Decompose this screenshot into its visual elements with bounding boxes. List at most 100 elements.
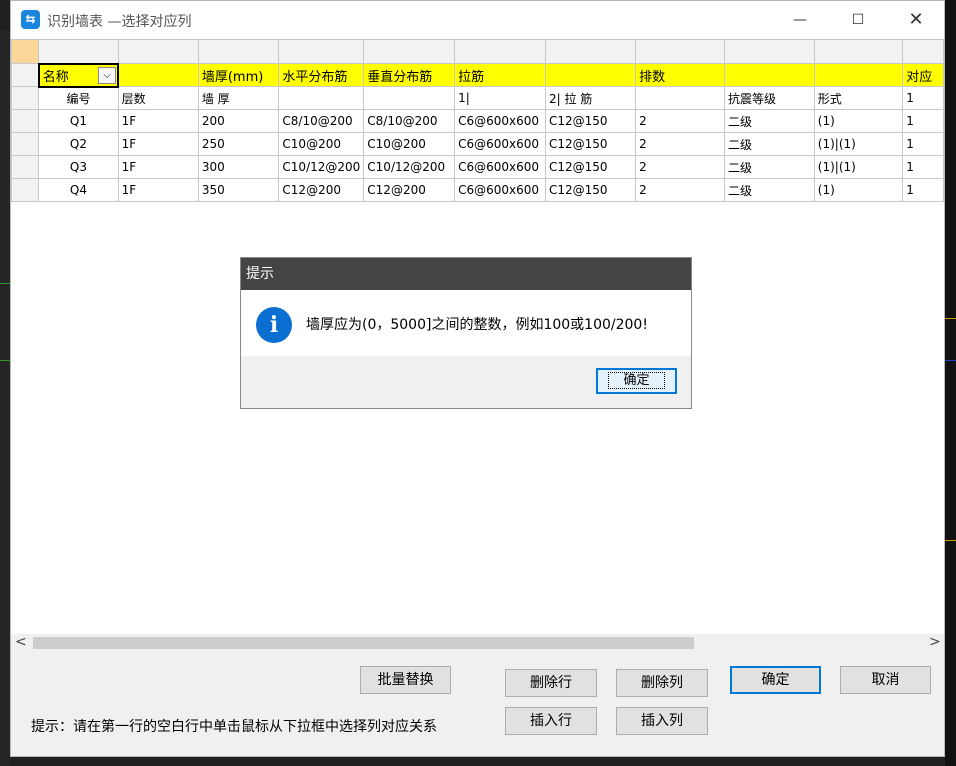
table-cell[interactable]: 墙 厚	[197, 86, 280, 110]
table-cell[interactable]: (1)|(1)	[813, 155, 904, 179]
insert-row-button[interactable]: 插入行	[505, 707, 597, 735]
table-cell[interactable]	[635, 86, 726, 110]
table-row[interactable]: Q1 1F 200 C8/10@200 C8/10@200 C6@600x600 C12@1…	[11, 109, 944, 133]
table-row[interactable]: Q4 1F 350 C12@200 C12@200 C6@600x600 C12@150 2 二…	[11, 178, 944, 202]
mapping-cell[interactable]: 排数	[635, 63, 726, 87]
ok-button[interactable]: 确定	[730, 666, 821, 694]
row-header[interactable]	[11, 155, 40, 179]
mapping-cell[interactable]	[117, 63, 199, 87]
column-header[interactable]	[724, 39, 815, 64]
mapping-cell[interactable]	[724, 63, 815, 87]
message-ok-button[interactable]: 确定	[596, 368, 677, 394]
maximize-button[interactable]: ☐	[829, 1, 887, 39]
table-cell[interactable]: C12@150	[544, 155, 637, 179]
column-header[interactable]	[363, 39, 456, 64]
mapping-cell-selected[interactable]: 名称 ⌵	[37, 62, 120, 88]
table-cell[interactable]: 层数	[117, 86, 199, 110]
table-cell[interactable]: Q2	[38, 132, 119, 156]
table-cell[interactable]: (1)	[813, 109, 904, 133]
table-cell[interactable]: 2	[635, 109, 726, 133]
column-header[interactable]	[544, 39, 637, 64]
table-cell[interactable]: C12@150	[544, 109, 637, 133]
table-cell[interactable]: 1F	[117, 178, 199, 202]
table-row[interactable]: 编号 层数墙 厚 1| 2| 拉 筋 抗震等级 形式 1	[11, 86, 944, 110]
table-cell[interactable]: C6@600x600	[454, 109, 546, 133]
delete-column-button[interactable]: 删除列	[616, 669, 708, 697]
table-cell[interactable]: 1F	[117, 109, 199, 133]
row-header[interactable]	[11, 132, 40, 156]
mapping-cell[interactable]: 垂直分布筋	[363, 63, 456, 87]
mapping-cell[interactable]: 水平分布筋	[278, 63, 365, 87]
batch-replace-button[interactable]: 批量替换	[360, 666, 451, 694]
scroll-right-icon[interactable]: >	[929, 634, 941, 650]
horizontal-scrollbar[interactable]: < >	[11, 634, 944, 652]
table-cell[interactable]: 形式	[813, 86, 904, 110]
table-cell[interactable]: C10/12@200	[363, 155, 456, 179]
table-cell[interactable]	[278, 86, 365, 110]
table-cell[interactable]	[363, 86, 456, 110]
table-cell[interactable]: C12@200	[278, 178, 365, 202]
insert-column-button[interactable]: 插入列	[616, 707, 708, 735]
column-header[interactable]	[813, 39, 904, 64]
table-cell[interactable]: C8/10@200	[363, 109, 456, 133]
table-cell[interactable]: C6@600x600	[454, 132, 546, 156]
table-cell[interactable]: 1	[902, 109, 944, 133]
column-header[interactable]	[278, 39, 365, 64]
table-cell[interactable]: 抗震等级	[724, 86, 815, 110]
table-cell[interactable]: (1)	[813, 178, 904, 202]
table-cell[interactable]: C6@600x600	[454, 155, 546, 179]
mapping-cell[interactable]: 对应	[902, 63, 944, 87]
mapping-cell[interactable]	[544, 63, 637, 87]
table-cell[interactable]: 1	[902, 178, 944, 202]
table-cell[interactable]: 二级	[724, 178, 815, 202]
table-cell[interactable]: 300	[197, 155, 280, 179]
table-cell[interactable]: 1F	[117, 132, 199, 156]
table-row[interactable]: Q3 1F 300 C10/12@200 C10/12@200 C6@600x600 C12…	[11, 155, 944, 179]
table-cell[interactable]: 二级	[724, 155, 815, 179]
table-cell[interactable]: 2	[635, 132, 726, 156]
cancel-button[interactable]: 取消	[840, 666, 931, 694]
column-header[interactable]	[635, 39, 726, 64]
table-cell[interactable]: C10@200	[278, 132, 365, 156]
table-cell[interactable]: 1	[902, 155, 944, 179]
table-cell[interactable]: 二级	[724, 132, 815, 156]
delete-row-button[interactable]: 删除行	[505, 669, 597, 697]
column-header[interactable]	[902, 39, 944, 64]
row-header[interactable]	[11, 86, 40, 110]
table-cell[interactable]: 1F	[117, 155, 199, 179]
mapping-cell[interactable]: 墙厚(mm)	[197, 63, 280, 87]
mapping-cell[interactable]: 拉筋	[454, 63, 546, 87]
table-cell[interactable]: Q1	[38, 109, 119, 133]
column-header[interactable]	[454, 39, 546, 64]
mapping-cell[interactable]	[813, 63, 904, 87]
table-cell[interactable]: Q4	[38, 178, 119, 202]
table-cell[interactable]: (1)|(1)	[813, 132, 904, 156]
table-cell[interactable]: C12@150	[544, 132, 637, 156]
table-cell[interactable]: C6@600x600	[454, 178, 546, 202]
column-header[interactable]	[197, 39, 280, 64]
table-row[interactable]: Q2 1F 250 C10@200 C10@200 C6@600x600 C12@150 2 二…	[11, 132, 944, 156]
table-cell[interactable]: 2| 拉 筋	[544, 86, 637, 110]
table-cell[interactable]: 二级	[724, 109, 815, 133]
table-cell[interactable]: 编号	[38, 86, 119, 110]
corner-cell[interactable]	[11, 39, 40, 64]
scroll-left-icon[interactable]: <	[15, 634, 27, 650]
column-header[interactable]	[38, 39, 119, 64]
row-header[interactable]	[11, 178, 40, 202]
table-cell[interactable]: 2	[635, 155, 726, 179]
close-button[interactable]: ✕	[887, 1, 945, 39]
chevron-down-icon[interactable]: ⌵	[98, 66, 117, 84]
minimize-button[interactable]: —	[771, 1, 829, 39]
table-cell[interactable]: 250	[197, 132, 280, 156]
table-cell[interactable]: 350	[197, 178, 280, 202]
table-cell[interactable]: 1	[902, 86, 944, 110]
table-cell[interactable]: 1|	[454, 86, 546, 110]
table-cell[interactable]: C12@200	[363, 178, 456, 202]
table-cell[interactable]: 2	[635, 178, 726, 202]
table-cell[interactable]: C8/10@200	[278, 109, 365, 133]
row-header[interactable]	[11, 63, 40, 87]
table-cell[interactable]: 1	[902, 132, 944, 156]
table-cell[interactable]: C12@150	[544, 178, 637, 202]
table-cell[interactable]: C10@200	[363, 132, 456, 156]
scrollbar-thumb[interactable]	[33, 637, 694, 649]
